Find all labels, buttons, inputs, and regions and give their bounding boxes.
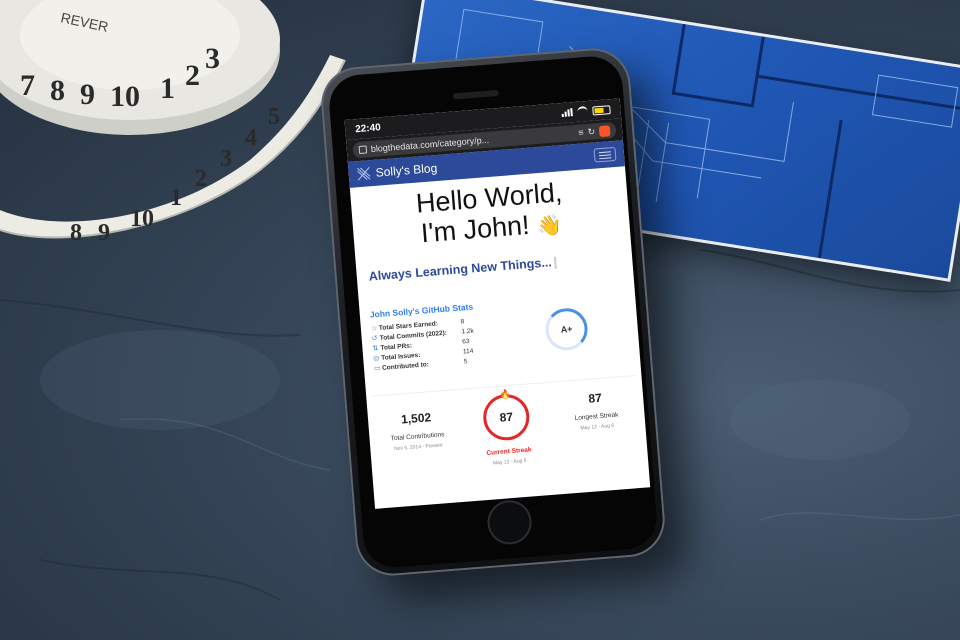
longest-streak-value: 87 xyxy=(587,390,603,406)
hero-title: Hello World, I'm John! 👋 xyxy=(358,173,622,256)
tape-number: 5 xyxy=(268,104,280,130)
total-contributions-range: Nov 5, 2014 - Present xyxy=(393,442,443,453)
current-streak: 🔥 87 Current Streak May 12 - Aug 6 xyxy=(463,389,552,468)
home-button[interactable] xyxy=(485,498,534,547)
tape-number: 10 xyxy=(110,80,140,113)
lock-icon xyxy=(358,145,368,155)
tape-number: 2 xyxy=(185,59,200,92)
phone-screen: 22:40 blogthedata.com/category/p... ≡ ↻ … xyxy=(344,98,651,509)
menu-toggle-button[interactable] xyxy=(593,146,617,163)
hero-section: Hello World, I'm John! 👋 Always Learning… xyxy=(350,166,633,284)
tape-number: 3 xyxy=(220,146,232,172)
status-icons xyxy=(561,104,611,118)
tape-number: 9 xyxy=(98,220,110,246)
github-stats-card: John Solly's GitHub Stats ☆ Total Stars … xyxy=(369,290,630,382)
tape-number: 7 xyxy=(20,69,35,102)
total-contributions-value: 1,502 xyxy=(400,410,432,427)
battery-icon xyxy=(592,104,611,116)
brand-name: Solly's Blog xyxy=(375,160,438,180)
tagline-text: Always Learning New Things... xyxy=(368,255,553,284)
current-streak-ring: 🔥 87 xyxy=(481,389,532,443)
smartphone: 22:40 blogthedata.com/category/p... ≡ ↻ … xyxy=(318,45,668,579)
wifi-icon xyxy=(577,105,588,117)
phone-bezel: 22:40 blogthedata.com/category/p... ≡ ↻ … xyxy=(327,54,659,570)
hero-tagline: Always Learning New Things... xyxy=(364,250,624,284)
brave-shield-icon[interactable] xyxy=(598,124,611,137)
tape-number: 2 xyxy=(195,166,207,192)
tape-number: 1 xyxy=(160,72,175,105)
tape-number: 1 xyxy=(170,185,182,211)
status-time: 22:40 xyxy=(354,121,382,135)
tape-number: 10 xyxy=(130,206,154,232)
total-contributions: 1,502 Total Contributions Nov 5, 2014 - … xyxy=(373,398,462,475)
site-brand[interactable]: Solly's Blog xyxy=(356,161,438,181)
streak-card: 1,502 Total Contributions Nov 5, 2014 - … xyxy=(372,375,642,476)
tape-number: 9 xyxy=(80,78,95,111)
phone-wrapper: 22:40 blogthedata.com/category/p... ≡ ↻ … xyxy=(300,45,700,585)
stat-value: 5 xyxy=(463,357,468,365)
photo-scene: 7 8 9 10 1 2 3 8 9 10 1 2 3 4 5 REVER 22… xyxy=(0,0,960,640)
current-streak-value: 87 xyxy=(499,409,514,425)
current-streak-range: May 12 - Aug 6 xyxy=(492,457,527,467)
wave-icon: 👋 xyxy=(536,214,563,239)
brand-logo-icon xyxy=(356,166,371,181)
reader-mode-icon[interactable]: ≡ xyxy=(578,127,584,137)
typing-cursor xyxy=(554,256,558,269)
reload-icon[interactable]: ↻ xyxy=(587,126,595,138)
tape-number: 3 xyxy=(205,42,220,75)
grade-value: A+ xyxy=(560,323,573,335)
tape-number: 8 xyxy=(70,220,82,246)
earpiece-speaker xyxy=(452,89,500,100)
fire-icon: 🔥 xyxy=(499,388,512,400)
longest-streak: 87 Longest Streak May 12 - Aug 6 xyxy=(552,384,641,461)
longest-streak-range: May 12 - Aug 6 xyxy=(580,422,615,432)
tape-number: 8 xyxy=(50,74,65,107)
tape-number: 4 xyxy=(245,125,257,151)
signal-icon xyxy=(561,108,573,117)
